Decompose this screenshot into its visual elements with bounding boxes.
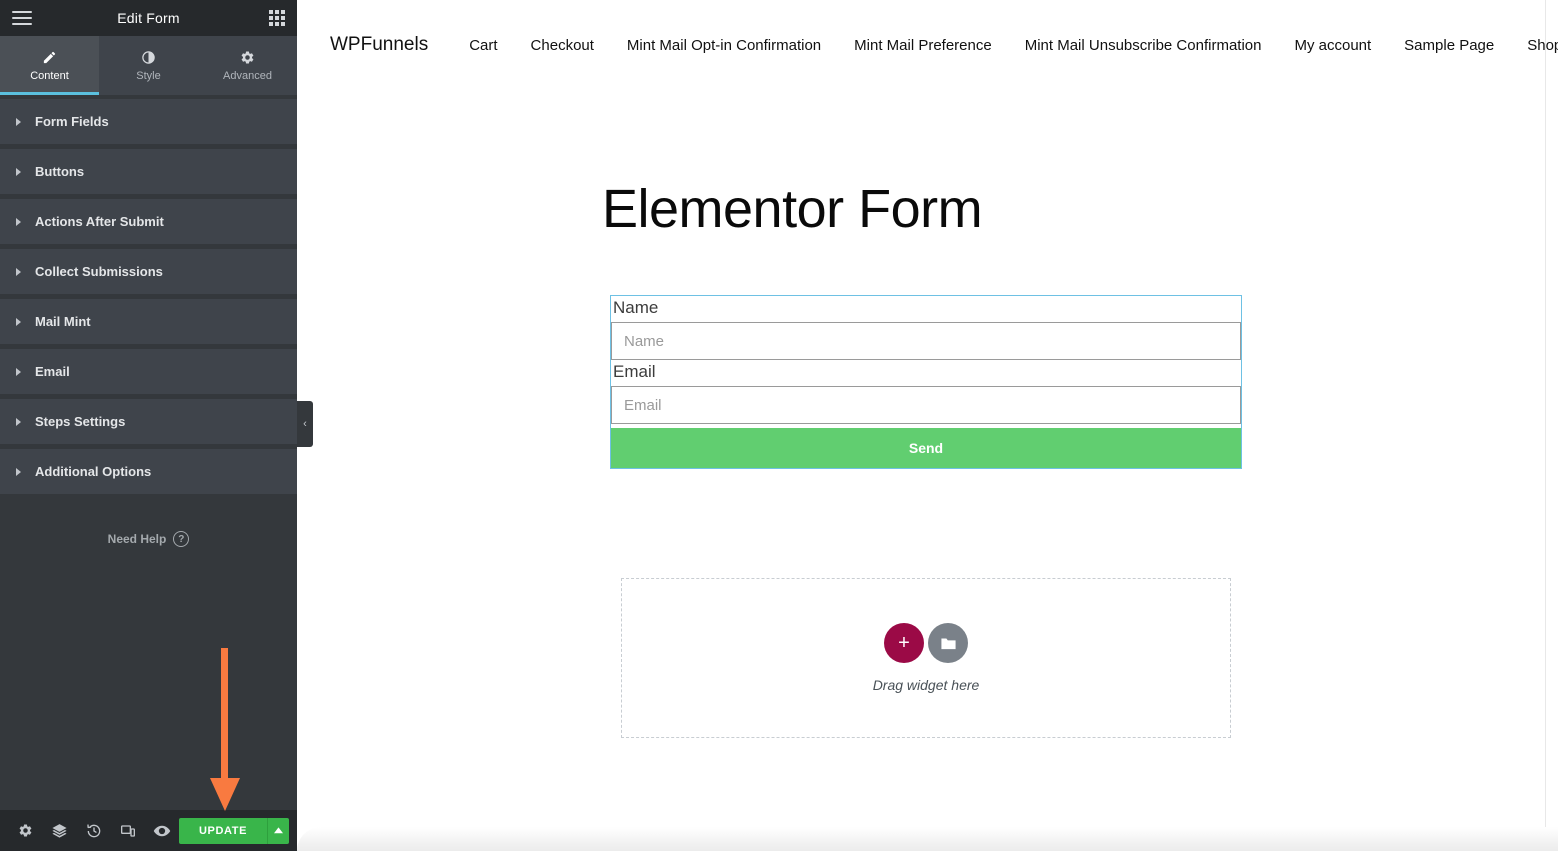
history-icon[interactable] — [76, 810, 110, 851]
nav-item-mint-mail-unsubscribe-confirmation[interactable]: Mint Mail Unsubscribe Confirmation — [1025, 37, 1262, 54]
panel-header: Edit Form — [0, 0, 297, 36]
update-dropdown-caret[interactable] — [267, 817, 290, 844]
panel-tabs: Content Style Advanced — [0, 36, 297, 95]
nav-item-sample-page[interactable]: Sample Page — [1404, 37, 1494, 54]
folder-icon[interactable] — [928, 623, 968, 663]
hamburger-icon[interactable] — [12, 11, 32, 25]
section-label: Email — [35, 364, 70, 379]
tab-style-label: Style — [136, 70, 161, 82]
section-steps-settings[interactable]: Steps Settings — [0, 399, 297, 445]
tab-advanced-label: Advanced — [223, 70, 272, 82]
preview-canvas: WPFunnels Cart Checkout Mint Mail Opt-in… — [297, 0, 1558, 851]
site-navigation: WPFunnels Cart Checkout Mint Mail Opt-in… — [297, 0, 1558, 90]
question-circle-icon: ? — [173, 531, 190, 547]
elementor-editor: Edit Form Content Style Advanced Form Fi… — [0, 0, 1558, 851]
down-arrow-annotation — [210, 648, 240, 811]
canvas-edge-line — [1545, 0, 1546, 851]
section-additional-options[interactable]: Additional Options — [0, 449, 297, 495]
nav-item-my-account[interactable]: My account — [1294, 37, 1371, 54]
update-button-group: UPDATE — [179, 817, 290, 844]
tab-style[interactable]: Style — [99, 36, 198, 95]
drop-zone-buttons: + — [884, 623, 968, 663]
panel-footer-toolbar: UPDATE — [0, 810, 297, 851]
responsive-mode-icon[interactable] — [111, 810, 145, 851]
canvas-footer-band — [297, 827, 1558, 851]
chevron-right-icon — [16, 217, 21, 226]
site-brand[interactable]: WPFunnels — [330, 34, 428, 56]
nav-item-shop[interactable]: Shop — [1527, 37, 1558, 54]
form-row-email: Email Email — [611, 360, 1241, 424]
nav-item-cart[interactable]: Cart — [469, 37, 497, 54]
chevron-right-icon — [16, 467, 21, 476]
panel-title: Edit Form — [117, 10, 180, 26]
chevron-right-icon — [16, 417, 21, 426]
email-input[interactable]: Email — [611, 386, 1241, 424]
section-label: Buttons — [35, 164, 85, 179]
nav-item-mint-mail-optin-confirmation[interactable]: Mint Mail Opt-in Confirmation — [627, 37, 821, 54]
need-help-label: Need Help — [107, 532, 167, 546]
nav-item-checkout[interactable]: Checkout — [531, 37, 594, 54]
drop-zone-label: Drag widget here — [872, 677, 980, 693]
chevron-right-icon — [16, 117, 21, 126]
section-collect-submissions[interactable]: Collect Submissions — [0, 249, 297, 295]
panel-collapse-handle[interactable]: ‹ — [297, 401, 313, 447]
plus-icon[interactable]: + — [884, 623, 924, 663]
section-actions-after-submit[interactable]: Actions After Submit — [0, 199, 297, 245]
name-input[interactable]: Name — [611, 322, 1241, 360]
drag-widget-drop-zone[interactable]: + Drag widget here — [621, 578, 1231, 738]
tab-content-label: Content — [30, 70, 69, 82]
contrast-icon — [141, 49, 156, 65]
section-label: Form Fields — [35, 114, 109, 129]
section-label: Mail Mint — [35, 314, 91, 329]
preview-eye-icon[interactable] — [145, 810, 179, 851]
form-row-name: Name Name — [611, 296, 1241, 360]
nav-item-mint-mail-preference[interactable]: Mint Mail Preference — [854, 37, 992, 54]
section-mail-mint[interactable]: Mail Mint — [0, 299, 297, 345]
grid-icon[interactable] — [269, 10, 285, 26]
need-help-link[interactable]: Need Help ? — [0, 531, 297, 547]
chevron-right-icon — [16, 367, 21, 376]
section-email[interactable]: Email — [0, 349, 297, 395]
elementor-form-widget[interactable]: Name Name Email Email Send — [610, 295, 1242, 469]
form-label-email: Email — [613, 362, 656, 381]
form-label-name: Name — [613, 298, 659, 317]
page-title: Elementor Form — [602, 179, 983, 239]
section-form-fields[interactable]: Form Fields — [0, 99, 297, 145]
panel-sections: Form Fields Buttons Actions After Submit… — [0, 95, 297, 499]
gear-icon — [240, 49, 255, 65]
chevron-right-icon — [16, 267, 21, 276]
chevron-right-icon — [16, 167, 21, 176]
section-label: Actions After Submit — [35, 214, 164, 229]
update-button[interactable]: UPDATE — [179, 817, 268, 844]
navigator-layers-icon[interactable] — [42, 810, 76, 851]
chevron-right-icon — [16, 317, 21, 326]
settings-gear-icon[interactable] — [8, 810, 42, 851]
section-label: Collect Submissions — [35, 264, 163, 279]
section-label: Additional Options — [35, 464, 152, 479]
section-buttons[interactable]: Buttons — [0, 149, 297, 195]
pencil-icon — [42, 49, 57, 65]
send-button[interactable]: Send — [611, 428, 1241, 468]
section-label: Steps Settings — [35, 414, 126, 429]
tab-advanced[interactable]: Advanced — [198, 36, 297, 95]
elementor-panel: Edit Form Content Style Advanced Form Fi… — [0, 0, 297, 851]
tab-content[interactable]: Content — [0, 36, 99, 95]
